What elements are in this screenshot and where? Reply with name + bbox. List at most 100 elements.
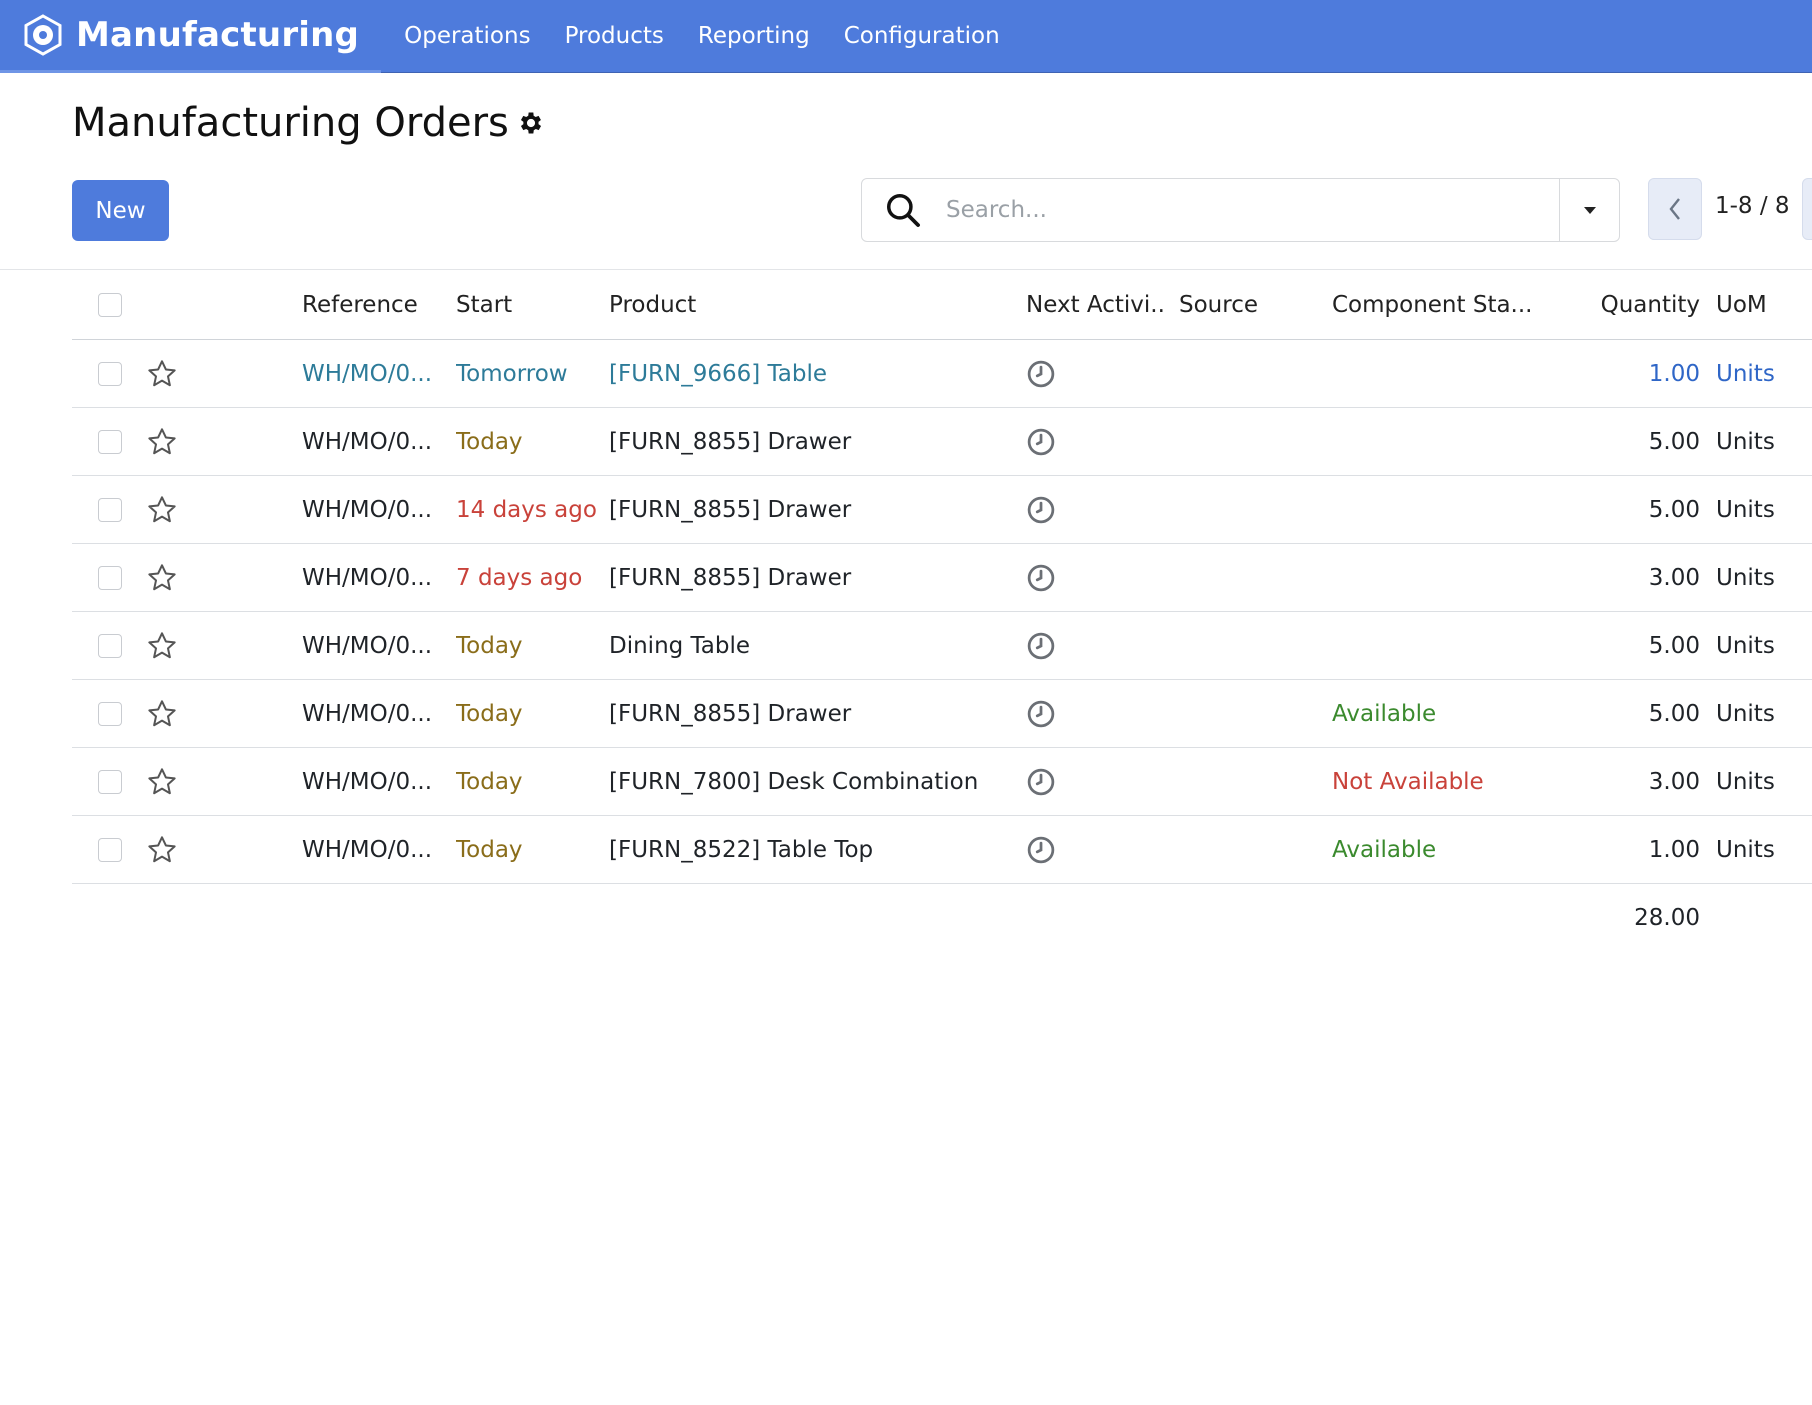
star-icon[interactable] [146, 680, 182, 747]
cell-product: [FURN_8855] Drawer [609, 428, 852, 455]
cell-reference: WH/MO/0... [302, 700, 433, 727]
new-button[interactable]: New [72, 180, 169, 241]
column-header-component-status[interactable]: Component Sta... [1332, 270, 1532, 339]
table-row[interactable]: WH/MO/0... 14 days ago [FURN_8855] Drawer 5… [72, 476, 1812, 544]
cell-product: [FURN_7800] Desk Combination [609, 768, 979, 795]
cell-component-status [1332, 544, 1532, 611]
star-icon[interactable] [146, 476, 182, 543]
clock-icon[interactable] [1026, 612, 1166, 679]
cell-start: 14 days ago [456, 496, 596, 523]
nav-item-operations[interactable]: Operations [387, 23, 547, 49]
total-quantity: 28.00 [1634, 905, 1700, 931]
cell-component-status: Not Available [1332, 768, 1484, 795]
search-options-toggle[interactable] [1559, 179, 1619, 241]
cell-uom: Units [1716, 768, 1775, 795]
row-checkbox[interactable] [98, 361, 122, 386]
row-checkbox[interactable] [98, 429, 122, 454]
column-header-reference[interactable]: Reference [302, 270, 442, 339]
cell-quantity: 5.00 [1648, 428, 1700, 455]
page-title: Manufacturing Orders [72, 100, 509, 146]
table-row[interactable]: WH/MO/0... Today [FURN_7800] Desk Combinat… [72, 748, 1812, 816]
column-header-uom[interactable]: UoM [1716, 270, 1812, 339]
cell-product: Dining Table [609, 632, 751, 659]
manufacturing-orders-table: Reference Start Product Next Activi... S… [72, 270, 1812, 952]
cell-reference: WH/MO/0... [302, 428, 433, 455]
clock-icon[interactable] [1026, 680, 1166, 747]
cell-quantity: 3.00 [1648, 768, 1700, 795]
table-row[interactable]: WH/MO/0... Today Dining Table 5.00 Units [72, 612, 1812, 680]
row-checkbox[interactable] [98, 565, 122, 590]
table-row[interactable]: WH/MO/0... Today [FURN_8855] Drawer 5.00 Uni… [72, 408, 1812, 476]
cell-component-status: Available [1332, 836, 1437, 863]
pager-previous-button[interactable] [1648, 178, 1702, 240]
star-icon[interactable] [146, 816, 182, 883]
search-input[interactable] [944, 180, 1559, 240]
cell-start: Tomorrow [456, 360, 568, 387]
clock-icon[interactable] [1026, 408, 1166, 475]
table-row[interactable]: WH/MO/0... Today [FURN_8855] Drawer Availab… [72, 680, 1812, 748]
cell-component-status [1332, 408, 1532, 475]
row-checkbox-cell [98, 408, 128, 475]
star-icon[interactable] [146, 748, 182, 815]
cell-reference: WH/MO/0... [302, 496, 433, 523]
row-checkbox-cell [98, 748, 128, 815]
cell-uom: Units [1716, 836, 1775, 863]
gear-icon[interactable] [517, 109, 545, 137]
clock-icon[interactable] [1026, 816, 1166, 883]
cell-product: [FURN_8855] Drawer [609, 496, 852, 523]
nav-item-products[interactable]: Products [548, 23, 681, 49]
cell-uom: Units [1716, 632, 1775, 659]
star-icon[interactable] [146, 408, 182, 475]
column-header-start[interactable]: Start [456, 270, 596, 339]
star-icon[interactable] [146, 544, 182, 611]
cell-reference: WH/MO/0... [302, 836, 433, 863]
clock-icon[interactable] [1026, 748, 1166, 815]
row-checkbox[interactable] [98, 701, 122, 726]
cell-quantity: 1.00 [1648, 360, 1700, 387]
table-row[interactable]: WH/MO/0... Today [FURN_8522] Table Top Avai… [72, 816, 1812, 884]
column-header-quantity[interactable]: Quantity [1580, 270, 1700, 339]
nav-item-reporting[interactable]: Reporting [681, 23, 827, 49]
star-icon[interactable] [146, 612, 182, 679]
nav-menu: Operations Products Reporting Configurat… [387, 23, 1017, 49]
cell-start: Today [456, 632, 523, 659]
top-navbar: Manufacturing Operations Products Report… [0, 0, 1812, 73]
cell-reference: WH/MO/0... [302, 360, 433, 387]
cell-uom: Units [1716, 496, 1775, 523]
app-brand[interactable]: Manufacturing [0, 0, 382, 73]
cell-component-status: Available [1332, 700, 1437, 727]
pager-next-button[interactable] [1802, 178, 1812, 240]
breadcrumb: Manufacturing Orders [72, 100, 545, 146]
cell-component-status [1332, 476, 1532, 543]
row-checkbox[interactable] [98, 837, 122, 862]
cell-reference: WH/MO/0... [302, 564, 433, 591]
row-checkbox-cell [98, 612, 128, 679]
table-row[interactable]: WH/MO/0... Tomorrow [FURN_9666] Table 1.00 U… [72, 340, 1812, 408]
search-icon[interactable] [862, 179, 944, 241]
select-all-checkbox[interactable] [98, 292, 122, 317]
cell-product: [FURN_8855] Drawer [609, 564, 852, 591]
pager-value[interactable]: 1-8 / 8 [1715, 193, 1790, 219]
column-header-source[interactable]: Source [1179, 270, 1319, 339]
clock-icon[interactable] [1026, 544, 1166, 611]
clock-icon[interactable] [1026, 476, 1166, 543]
cell-reference: WH/MO/0... [302, 632, 433, 659]
caret-down-icon [1583, 207, 1596, 214]
cell-start: Today [456, 428, 523, 455]
nav-item-configuration[interactable]: Configuration [827, 23, 1017, 49]
column-header-next-activity[interactable]: Next Activi... [1026, 270, 1166, 339]
row-checkbox[interactable] [98, 497, 122, 522]
table-footer-row: 28.00 [72, 884, 1812, 952]
row-checkbox[interactable] [98, 769, 122, 794]
cell-quantity: 5.00 [1648, 632, 1700, 659]
column-header-product[interactable]: Product [609, 270, 1009, 339]
cell-uom: Units [1716, 564, 1775, 591]
star-icon[interactable] [146, 340, 182, 407]
row-checkbox-cell [98, 544, 128, 611]
clock-icon[interactable] [1026, 340, 1166, 407]
row-checkbox[interactable] [98, 633, 122, 658]
cell-quantity: 3.00 [1648, 564, 1700, 591]
cell-start: Today [456, 700, 523, 727]
table-row[interactable]: WH/MO/0... 7 days ago [FURN_8855] Drawer 3.… [72, 544, 1812, 612]
cell-start: Today [456, 768, 523, 795]
